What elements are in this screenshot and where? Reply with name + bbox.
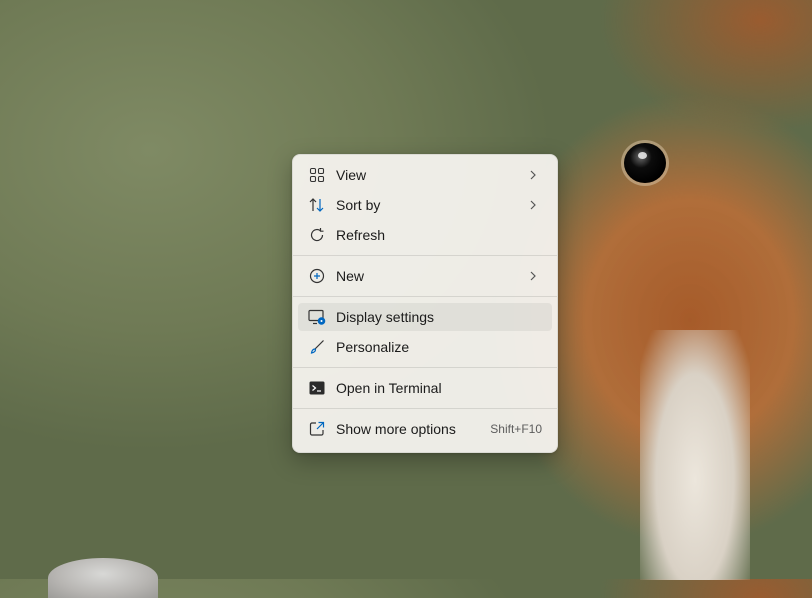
menu-item-personalize-label: Personalize <box>336 339 410 355</box>
menu-item-new[interactable]: New <box>298 262 552 290</box>
menu-item-sort-by[interactable]: Sort by <box>298 191 552 219</box>
desktop-context-menu: View Sort by Refresh New Display setting… <box>292 154 558 453</box>
menu-item-sort-by-label: Sort by <box>336 197 381 213</box>
wallpaper-rock <box>48 558 158 598</box>
display-settings-icon <box>308 308 326 326</box>
wallpaper-squirrel-chest <box>640 330 750 580</box>
menu-item-show-more-options[interactable]: Show more options Shift+F10 <box>298 415 552 443</box>
brush-icon <box>308 338 326 356</box>
share-box-icon <box>308 420 326 438</box>
menu-item-open-in-terminal[interactable]: Open in Terminal <box>298 374 552 402</box>
menu-separator <box>293 296 557 297</box>
menu-item-personalize[interactable]: Personalize <box>298 333 552 361</box>
menu-item-new-label: New <box>336 268 365 284</box>
sort-arrows-icon <box>308 196 326 214</box>
menu-separator <box>293 255 557 256</box>
menu-item-refresh[interactable]: Refresh <box>298 221 552 249</box>
chevron-right-icon <box>526 198 540 212</box>
wallpaper-eye-glint <box>638 152 647 159</box>
menu-item-view-label: View <box>336 167 367 183</box>
menu-separator <box>293 408 557 409</box>
menu-item-refresh-label: Refresh <box>336 227 386 243</box>
wallpaper-squirrel-eye <box>624 143 666 183</box>
chevron-right-icon <box>526 269 540 283</box>
shortcut-hint: Shift+F10 <box>490 422 542 436</box>
menu-item-display-settings[interactable]: Display settings <box>298 303 552 331</box>
chevron-right-icon <box>526 168 540 182</box>
terminal-icon <box>308 379 326 397</box>
menu-item-view[interactable]: View <box>298 161 552 189</box>
plus-circle-icon <box>308 267 326 285</box>
grid-icon <box>308 166 326 184</box>
refresh-icon <box>308 226 326 244</box>
menu-separator <box>293 367 557 368</box>
menu-item-display-settings-label: Display settings <box>336 309 435 325</box>
menu-item-open-in-terminal-label: Open in Terminal <box>336 380 442 396</box>
